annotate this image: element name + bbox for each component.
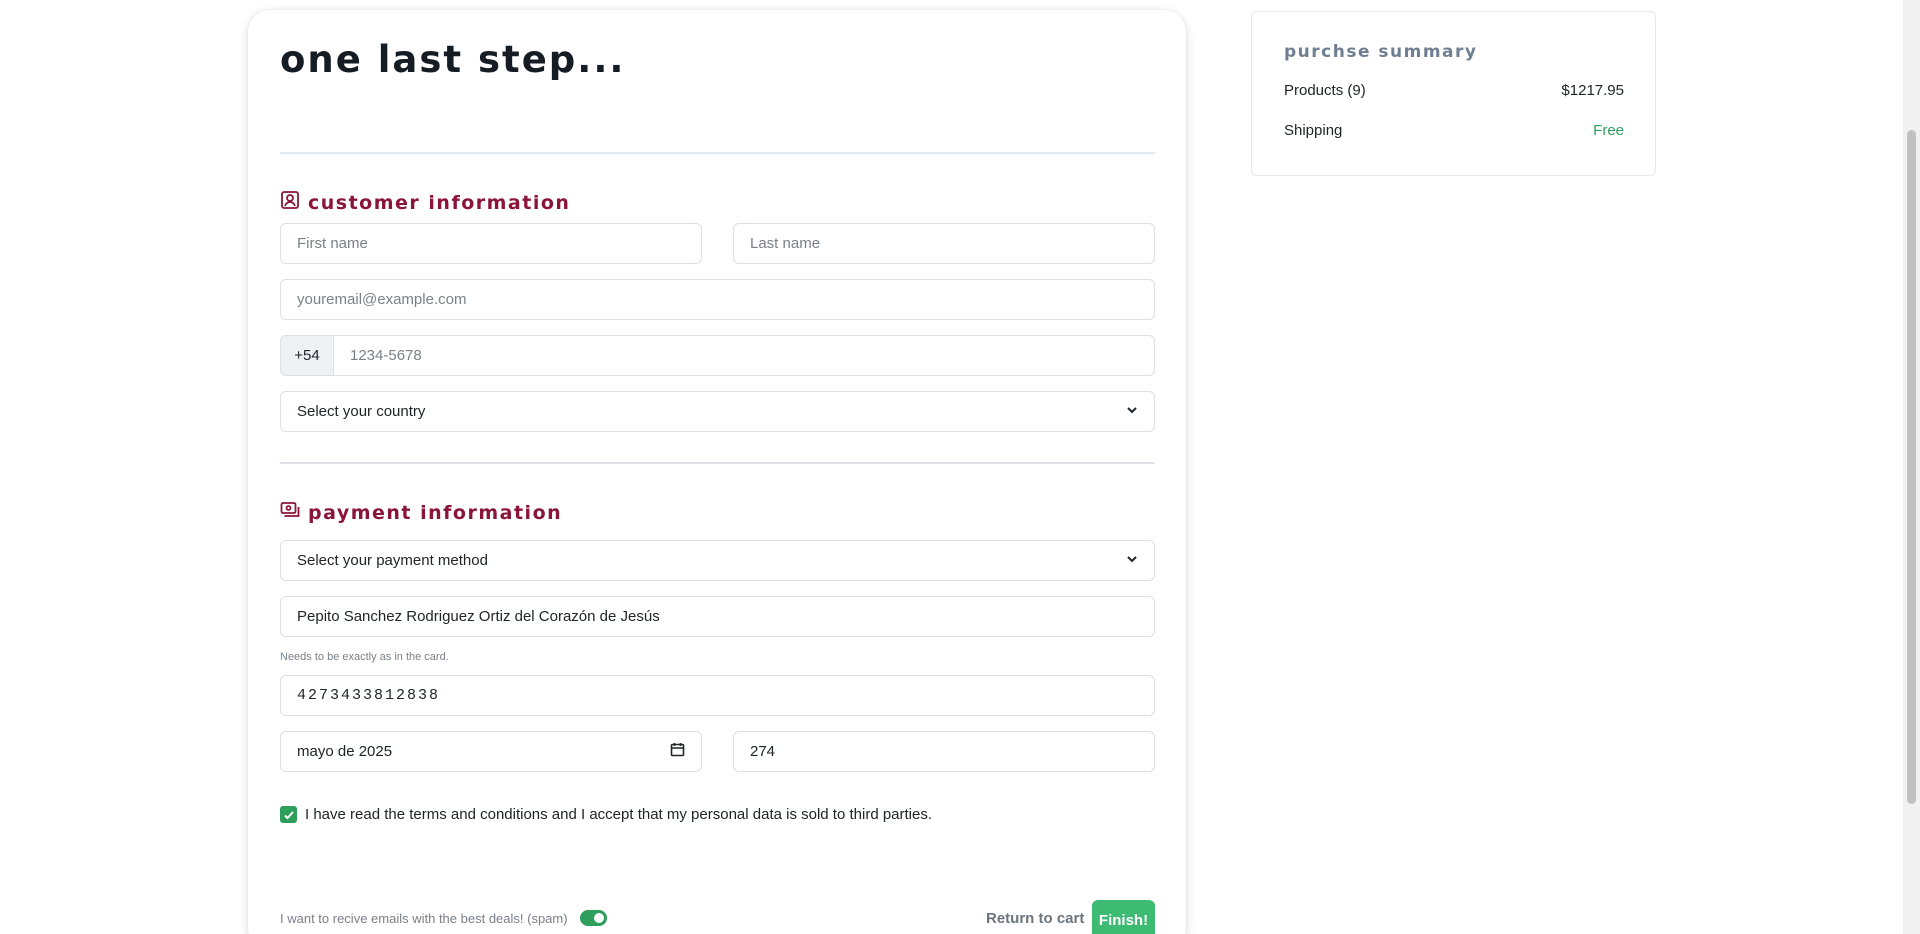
country-select-value: Select your country (297, 403, 426, 420)
phone-placeholder: 1234-5678 (350, 347, 422, 364)
phone-field[interactable]: 1234-5678 (333, 335, 1155, 376)
shipping-label: Shipping (1284, 122, 1343, 139)
payment-section-title: payment information (280, 500, 562, 525)
purchase-summary-card: purchse summary Products (9) $1217.95 Sh… (1251, 11, 1656, 176)
cvv-value: 274 (750, 743, 776, 760)
shipping-value: Free (1593, 122, 1624, 139)
chevron-down-icon (1126, 403, 1138, 420)
customer-section-label: customer information (308, 191, 571, 214)
finish-button[interactable]: Finish! (1092, 900, 1155, 934)
email-field[interactable]: youremail@example.com (280, 279, 1155, 320)
terms-label: I have read the terms and conditions and… (305, 806, 933, 823)
cardholder-name-field[interactable]: Pepito Sanchez Rodriguez Ortiz del Coraz… (280, 596, 1155, 637)
checkout-card: one last step... customer information Fi… (248, 10, 1186, 934)
payment-section-label: payment information (308, 501, 563, 524)
phone-prefix: +54 (280, 335, 334, 376)
divider (280, 462, 1155, 464)
newsletter-label: I want to recive emails with the best de… (280, 910, 568, 926)
expiry-date-field[interactable]: mayo de 2025 (280, 731, 702, 772)
last-name-placeholder: Last name (750, 235, 821, 252)
payment-method-select[interactable]: Select your payment method (280, 540, 1155, 581)
country-select[interactable]: Select your country (280, 391, 1155, 432)
chevron-down-icon (1126, 552, 1138, 569)
summary-title: purchse summary (1284, 42, 1478, 62)
newsletter-row: I want to recive emails with the best de… (280, 910, 607, 926)
scrollbar-thumb[interactable] (1907, 130, 1916, 804)
cash-icon (280, 500, 300, 525)
first-name-placeholder: First name (297, 235, 368, 252)
payment-method-value: Select your payment method (297, 552, 488, 569)
card-number-field[interactable]: 4273433812838 (280, 675, 1155, 716)
customer-section-title: customer information (280, 190, 570, 215)
page-title: one last step... (280, 38, 626, 81)
summary-shipping-row: Shipping Free (1284, 122, 1624, 139)
return-to-cart-link[interactable]: Return to cart (986, 910, 1084, 927)
contact-card-icon (280, 190, 300, 215)
cardholder-name-value: Pepito Sanchez Rodriguez Ortiz del Coraz… (297, 608, 660, 625)
summary-products-row: Products (9) $1217.95 (1284, 82, 1624, 99)
cardholder-hint: Needs to be exactly as in the card. (280, 651, 449, 663)
email-placeholder: youremail@example.com (297, 291, 467, 308)
card-number-value: 4273433812838 (297, 687, 441, 704)
products-value: $1217.95 (1561, 82, 1624, 99)
products-label: Products (9) (1284, 82, 1366, 99)
checkmark-icon (283, 810, 294, 819)
first-name-field[interactable]: First name (280, 223, 702, 264)
terms-row: I have read the terms and conditions and… (280, 806, 932, 823)
divider (280, 152, 1155, 154)
last-name-field[interactable]: Last name (733, 223, 1155, 264)
terms-checkbox[interactable] (280, 806, 297, 823)
toggle-knob (593, 913, 604, 923)
calendar-icon[interactable] (670, 742, 685, 761)
cvv-field[interactable]: 274 (733, 731, 1155, 772)
page-scrollbar[interactable] (1903, 0, 1920, 934)
expiry-date-value: mayo de 2025 (297, 743, 393, 760)
newsletter-toggle[interactable] (579, 910, 607, 926)
